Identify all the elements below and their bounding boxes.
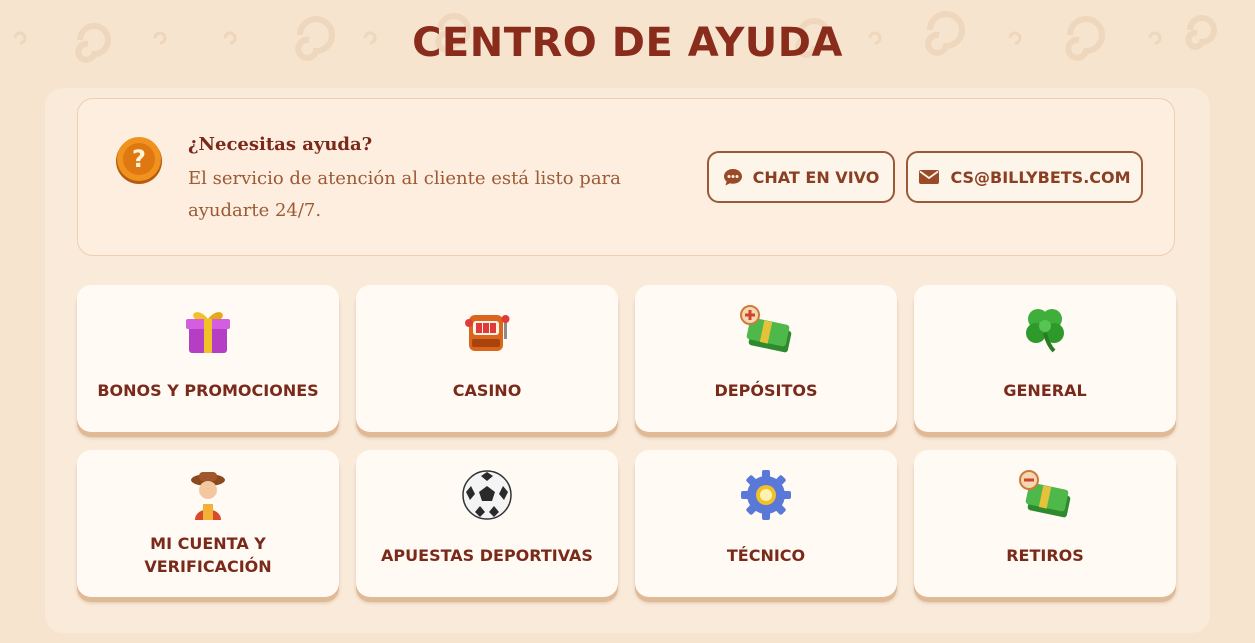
- help-description: El servicio de atención al cliente está …: [188, 168, 621, 221]
- category-depositos[interactable]: DEPÓSITOS: [635, 285, 897, 432]
- cowboy-avatar-icon: [191, 472, 225, 520]
- live-chat-button[interactable]: CHAT EN VIVO: [707, 151, 895, 203]
- category-general[interactable]: GENERAL: [914, 285, 1176, 432]
- page-title: CENTRO DE AYUDA: [412, 20, 843, 66]
- question-coin-icon: ?: [116, 137, 162, 184]
- category-label: CASINO: [452, 380, 522, 400]
- help-title: ¿Necesitas ayuda?: [188, 134, 373, 155]
- envelope-icon: [919, 170, 940, 184]
- category-apuestas-deportivas[interactable]: APUESTAS DEPORTIVAS: [356, 450, 618, 597]
- money-minus-icon: [1019, 470, 1071, 518]
- category-bonos-promociones[interactable]: BONOS Y PROMOCIONES: [77, 285, 339, 432]
- money-plus-icon: [740, 305, 792, 353]
- category-label: GENERAL: [1003, 380, 1087, 400]
- category-label: APUESTAS DEPORTIVAS: [381, 545, 593, 565]
- svg-text:?: ?: [132, 145, 146, 173]
- live-chat-label: CHAT EN VIVO: [752, 167, 880, 187]
- category-tecnico[interactable]: TÉCNICO: [635, 450, 897, 597]
- category-label: DEPÓSITOS: [714, 380, 818, 400]
- chat-bubble-icon: [723, 169, 742, 186]
- gift-icon: [186, 312, 230, 353]
- help-contact-card: ? ¿Necesitas ayuda? El servicio de atenc…: [77, 98, 1175, 256]
- category-mi-cuenta-verificacion[interactable]: MI CUENTA Y VERIFICACIÓN: [77, 450, 339, 597]
- category-label: TÉCNICO: [726, 545, 806, 565]
- clover-icon: [1026, 309, 1064, 353]
- soccer-ball-icon: [462, 470, 512, 520]
- email-support-button[interactable]: CS@BILLYBETS.COM: [906, 151, 1143, 203]
- slot-machine-icon: [465, 315, 510, 351]
- category-label: BONOS Y PROMOCIONES: [97, 380, 319, 400]
- category-casino[interactable]: CASINO: [356, 285, 618, 432]
- gear-icon: [741, 470, 791, 520]
- category-label: MI CUENTA Y VERIFICACIÓN: [144, 534, 272, 576]
- email-label: CS@BILLYBETS.COM: [950, 167, 1131, 187]
- category-retiros[interactable]: RETIROS: [914, 450, 1176, 597]
- category-label: RETIROS: [1006, 545, 1084, 565]
